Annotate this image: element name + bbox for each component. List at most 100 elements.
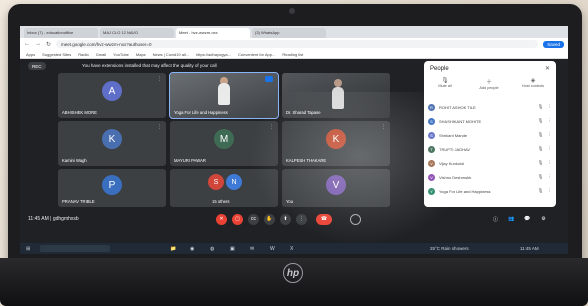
more-icon[interactable]: ⋮: [157, 124, 162, 130]
meeting-time: 11:45 AM | gdhgmhxsb: [28, 216, 79, 222]
participant-tile[interactable]: A ⋮ ABHISHEK MORE: [58, 73, 166, 118]
present-icon[interactable]: ⬆: [280, 213, 291, 225]
reload-icon[interactable]: ↻: [46, 41, 51, 48]
more-icon[interactable]: ⋮: [548, 104, 553, 110]
search-box[interactable]: [40, 245, 110, 252]
participant-row[interactable]: S SHASHIKANT MOHITE 🎙 ⋮: [428, 115, 552, 127]
person-body: [218, 83, 230, 105]
avatar: K: [326, 129, 346, 149]
store-icon[interactable]: ▣: [230, 246, 235, 252]
mic-icon[interactable]: 🎙: [538, 174, 544, 180]
leave-call-icon[interactable]: ☎: [316, 213, 332, 225]
people-panel-title: People: [430, 66, 449, 72]
participant-name: You: [286, 199, 294, 204]
chrome-icon[interactable]: ◉: [190, 246, 194, 252]
participant-row[interactable]: T TRUPTI JADHAV 🎙 ⋮: [428, 143, 552, 155]
people-panel: People ✕ 🎙 Mute all ＋ Add people ◈ Host …: [424, 61, 556, 207]
browser-tab-strip: Inbox (7) - educationoffice MAJ CLO 12 N…: [20, 26, 568, 38]
saved-button[interactable]: Saved: [543, 40, 564, 48]
circle-icon[interactable]: [350, 213, 361, 225]
self-tile[interactable]: V You: [282, 169, 390, 207]
more-icon[interactable]: ⋮: [269, 124, 274, 130]
captions-icon[interactable]: cc: [248, 213, 259, 225]
mic-icon[interactable]: 🎙: [538, 104, 544, 110]
mute-all-button[interactable]: 🎙 Mute all: [428, 77, 462, 88]
more-icon[interactable]: ⋮: [548, 146, 553, 152]
participant-row[interactable]: S Shrikant Mande 🎙 ⋮: [428, 129, 552, 141]
mic-off-icon[interactable]: ✕: [216, 213, 227, 225]
chat-icon[interactable]: 💬: [522, 214, 533, 225]
more-icon[interactable]: ⋮: [548, 188, 553, 194]
more-icon[interactable]: ⋮: [381, 124, 386, 130]
bookmark[interactable]: News | Covid19 all...: [153, 52, 189, 57]
participant-name: Kamini Wagh: [62, 158, 87, 163]
word-icon[interactable]: W: [270, 246, 275, 252]
participant-tile[interactable]: K ⋮ KALPESH THAKARE: [282, 121, 390, 166]
more-icon[interactable]: ⋮: [548, 132, 553, 138]
add-people-button[interactable]: ＋ Add people: [472, 77, 506, 90]
mic-icon[interactable]: 🎙: [538, 188, 544, 194]
browser-tab[interactable]: Inbox (7) - educationoffice: [24, 28, 98, 38]
browser-tab-active[interactable]: Meet - hvz-wwzm-nxx: [176, 28, 250, 38]
close-icon[interactable]: ✕: [545, 65, 550, 72]
browser-tab[interactable]: (3) WhatsApp: [252, 28, 326, 38]
edge-icon[interactable]: ◍: [210, 246, 214, 252]
avatar: P: [102, 175, 122, 195]
participant-tile[interactable]: P PRANAV TRIBLE: [58, 169, 166, 207]
bookmark[interactable]: Apps: [26, 52, 35, 57]
participant-row[interactable]: V Vijay Kunkulol 🎙 ⋮: [428, 157, 552, 169]
raise-hand-icon[interactable]: ✋: [264, 213, 275, 225]
windows-start-icon[interactable]: ⊞: [26, 246, 30, 252]
host-controls-button[interactable]: ◈ Host controls: [516, 77, 550, 88]
mic-off-icon: 🎙: [441, 78, 449, 84]
taskbar-clock[interactable]: 11:45 AM: [520, 246, 539, 251]
participant-row[interactable]: R ROHIT ASHOK TILE 🎙 ⋮: [428, 101, 552, 113]
excel-icon[interactable]: X: [290, 246, 293, 252]
weather-widget[interactable]: 25°C Rain showers: [430, 246, 469, 251]
laptop-screen: Inbox (7) - educationoffice MAJ CLO 12 N…: [20, 26, 568, 254]
bookmark[interactable]: Radio: [78, 52, 88, 57]
mic-icon[interactable]: 🎙: [538, 132, 544, 138]
mic-icon[interactable]: 🎙: [538, 146, 544, 152]
mail-icon[interactable]: ✉: [250, 246, 254, 252]
more-icon[interactable]: ⋮: [548, 160, 553, 166]
participant-tile[interactable]: M ⋮ MAYURI PAWAR: [170, 121, 278, 166]
participant-row[interactable]: Y Yoga For Life and Happiness 🎙 ⋮: [428, 185, 552, 197]
more-options-icon[interactable]: ⋮: [296, 213, 307, 225]
bookmark[interactable]: Suggested Sites: [42, 52, 71, 57]
avatar: V: [428, 159, 435, 167]
forward-icon[interactable]: →: [35, 41, 41, 47]
participant-row[interactable]: V Vishnu Deshmukh 🎙 ⋮: [428, 171, 552, 183]
address-bar-row: ← → ↻ meet.google.com/hvz-wwzm-nxx?authu…: [20, 38, 568, 50]
mic-icon[interactable]: 🎙: [538, 160, 544, 166]
participant-tile-video[interactable]: Dr. Sharad Tapase: [282, 73, 390, 118]
info-icon[interactable]: ⓘ: [490, 214, 501, 225]
people-icon[interactable]: 👥: [506, 214, 517, 225]
bookmark[interactable]: YouTube: [113, 52, 129, 57]
participant-name: Dr. Sharad Tapase: [286, 110, 321, 115]
bookmark[interactable]: Gmail: [96, 52, 106, 57]
url-field[interactable]: meet.google.com/hvz-wwzm-nxx?authuser=0: [56, 40, 539, 48]
avatar: R: [428, 103, 435, 111]
participant-tile-video[interactable]: Yoga For Life and Happiness: [169, 72, 279, 119]
others-count: 15 others: [212, 199, 230, 204]
avatar: T: [428, 145, 435, 153]
bookmark[interactable]: Convenient for App...: [238, 52, 275, 57]
bookmark[interactable]: Maps: [136, 52, 146, 57]
bookmark[interactable]: https://adhayogya...: [196, 52, 231, 57]
person-head: [334, 79, 342, 87]
activities-icon[interactable]: ⚙: [538, 214, 549, 225]
windows-taskbar: ⊞ 📁 ◉ ◍ ▣ ✉ W X 25°C Rain showers 11:45 …: [20, 243, 568, 254]
participant-tile[interactable]: K ⋮ Kamini Wagh: [58, 121, 166, 166]
bookmark[interactable]: Reading list: [282, 52, 303, 57]
avatar: S: [208, 174, 224, 190]
file-explorer-icon[interactable]: 📁: [170, 246, 176, 252]
others-tile[interactable]: S N 15 others: [170, 169, 278, 207]
more-icon[interactable]: ⋮: [157, 76, 162, 82]
browser-tab[interactable]: MAJ CLO 12 NAVO: [100, 28, 174, 38]
back-icon[interactable]: ←: [24, 41, 30, 47]
more-icon[interactable]: ⋮: [548, 174, 553, 180]
camera-off-icon[interactable]: ▢: [232, 213, 243, 225]
mic-icon[interactable]: 🎙: [538, 118, 544, 124]
more-icon[interactable]: ⋮: [548, 118, 553, 124]
